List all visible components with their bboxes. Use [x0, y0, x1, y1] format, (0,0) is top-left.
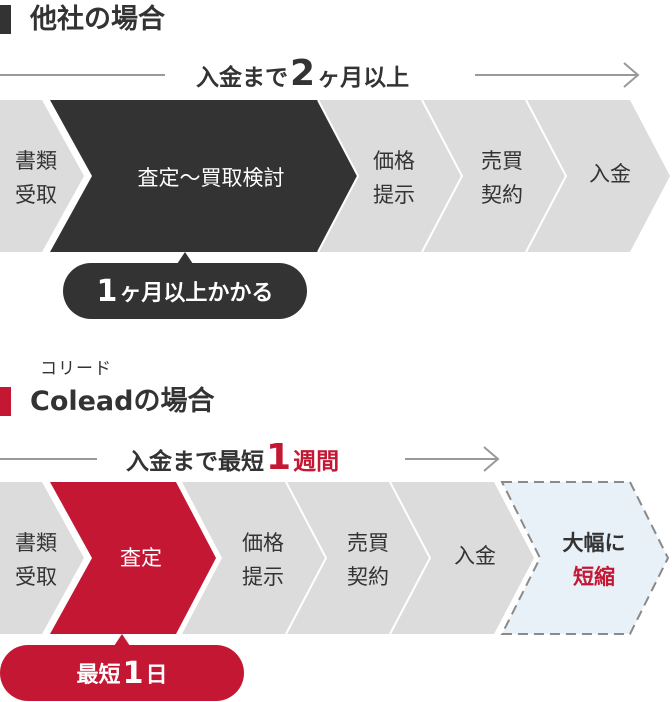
- step-label-line: 提示: [242, 565, 284, 589]
- step-colead-review: 査定: [120, 541, 162, 575]
- step-label-line: 受取: [15, 183, 57, 207]
- step-other-contract: 売買 契約: [481, 144, 523, 212]
- heading-colead: Coleadの場合: [30, 386, 215, 417]
- step-label-line: 売買: [347, 531, 389, 555]
- step-colead-receive: 書類 受取: [15, 526, 57, 594]
- step-label-line: 売買: [481, 149, 523, 173]
- highlight-line2: 短縮: [573, 565, 615, 589]
- callout-colead-pre: 最短: [76, 663, 121, 688]
- callout-other-text: ヶ月以上かかる: [119, 281, 274, 306]
- step-label-line: 提示: [373, 183, 415, 207]
- step-other-receive: 書類 受取: [15, 144, 57, 212]
- duration-colead-num: 1: [266, 437, 292, 478]
- callout-other: 1 ヶ月以上かかる: [63, 252, 307, 319]
- duration-colead-post: 週間: [293, 449, 340, 475]
- step-colead-price: 価格 提示: [242, 526, 284, 594]
- ruby-colead: コリード: [40, 359, 112, 379]
- callout-colead-num: 1: [122, 655, 144, 691]
- step-label-line: 契約: [481, 183, 523, 207]
- step-label-line: 受取: [15, 565, 57, 589]
- step-other-review-text: 査定〜買取検討: [137, 166, 285, 190]
- callout-other-tip: [177, 252, 193, 264]
- section-marker-colead: [0, 387, 11, 416]
- callout-other-num: 1: [96, 273, 118, 309]
- step-other-review: 査定〜買取検討: [138, 161, 285, 195]
- step-label-line: 書類: [15, 531, 57, 555]
- step-label-line: 書類: [15, 149, 57, 173]
- step-colead-payment: 入金: [454, 539, 496, 573]
- step-colead-payment-text: 入金: [454, 544, 496, 568]
- highlight-line1: 大幅に: [562, 531, 626, 555]
- duration-colead-pre: 入金まで最短: [126, 449, 264, 475]
- step-other-receive-text: 書類 受取: [15, 144, 57, 212]
- callout-colead-tip: [114, 634, 130, 646]
- step-other-payment-text: 入金: [589, 162, 631, 186]
- callout-colead: 最短 1 日: [0, 634, 244, 701]
- step-colead-contract: 売買 契約: [347, 526, 389, 594]
- flow-diagram: [0, 99, 670, 635]
- duration-colead: 入金まで最短 1 週間: [126, 440, 339, 476]
- step-label-line: 価格: [373, 149, 415, 173]
- callout-colead-post: 日: [145, 663, 168, 688]
- step-label-line: 価格: [242, 531, 284, 555]
- step-label-line: 契約: [347, 565, 389, 589]
- step-colead-review-text: 査定: [120, 546, 162, 570]
- step-other-payment: 入金: [589, 157, 631, 191]
- highlight-shortened: 大幅に 短縮: [563, 526, 626, 594]
- step-other-price: 価格 提示: [373, 144, 415, 212]
